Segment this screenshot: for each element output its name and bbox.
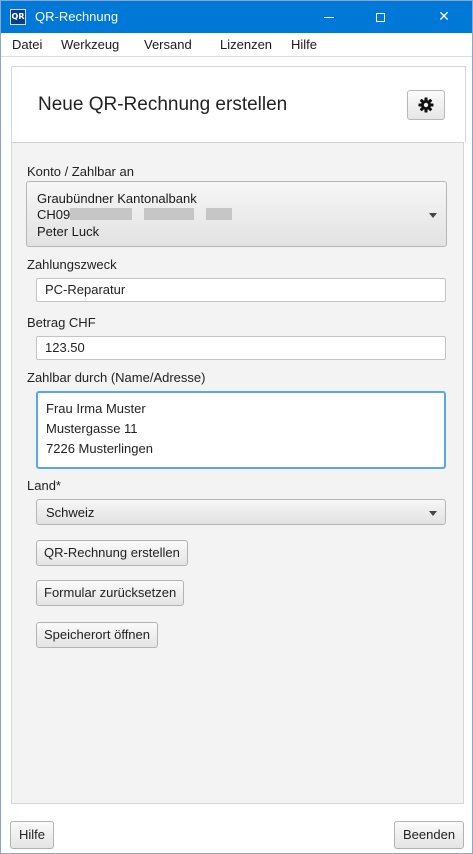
payer-textarea[interactable]: Frau Irma Muster Mustergasse 11 7226 Mus…	[36, 391, 446, 469]
payer-line: Frau Irma Muster	[46, 401, 146, 416]
quit-button[interactable]: Beenden	[394, 821, 465, 849]
chevron-down-icon	[429, 213, 437, 218]
help-button[interactable]: Hilfe	[10, 821, 55, 849]
page-header: Neue QR-Rechnung erstellen	[11, 66, 466, 143]
account-iban: CH09	[37, 207, 71, 222]
menu-bar: Datei Werkzeug Versand Lizenzen Hilfe	[1, 33, 472, 57]
menu-werkzeug[interactable]: Werkzeug	[61, 37, 119, 52]
title-bar: QR QR-Rechnung ✕	[1, 1, 472, 33]
account-holder: Peter Luck	[37, 224, 100, 239]
menu-lizenzen[interactable]: Lizenzen	[220, 37, 272, 52]
menu-versand[interactable]: Versand	[144, 37, 192, 52]
window-title: QR-Rechnung	[35, 9, 119, 24]
payer-line: 7226 Musterlingen	[46, 441, 153, 456]
minimize-button[interactable]	[306, 1, 352, 33]
gear-icon	[418, 97, 434, 113]
amount-label: Betrag CHF	[27, 315, 96, 330]
maximize-button[interactable]	[357, 1, 403, 33]
purpose-label: Zahlungszweck	[27, 257, 117, 272]
settings-button[interactable]	[407, 90, 445, 120]
open-location-button[interactable]: Speicherort öffnen	[36, 622, 158, 648]
country-value: Schweiz	[46, 505, 95, 520]
page-title: Neue QR-Rechnung erstellen	[38, 94, 288, 115]
minimize-icon	[324, 16, 334, 18]
purpose-input[interactable]: PC-Reparatur	[36, 278, 446, 302]
app-window: QR QR-Rechnung ✕ Datei Werkzeug Versand …	[0, 0, 473, 854]
account-label: Konto / Zahlbar an	[27, 164, 134, 179]
amount-input[interactable]: 123.50	[36, 336, 446, 360]
menu-datei[interactable]: Datei	[12, 37, 42, 52]
menu-hilfe[interactable]: Hilfe	[291, 37, 317, 52]
country-select[interactable]: Schweiz	[36, 499, 446, 525]
country-label: Land*	[27, 478, 61, 493]
qr-app-icon: QR	[10, 9, 26, 25]
chevron-down-icon	[429, 511, 437, 516]
close-icon: ✕	[438, 9, 450, 25]
maximize-icon	[375, 12, 385, 22]
iban-redaction	[206, 208, 232, 220]
payer-label: Zahlbar durch (Name/Adresse)	[27, 370, 206, 385]
reset-form-button[interactable]: Formular zurücksetzen	[36, 580, 185, 606]
close-button[interactable]: ✕	[421, 1, 467, 33]
account-bank: Graubündner Kantonalbank	[37, 191, 197, 206]
create-qr-invoice-button[interactable]: QR-Rechnung erstellen	[36, 540, 188, 566]
iban-redaction	[144, 208, 194, 220]
iban-redaction	[70, 208, 132, 220]
payer-line: Mustergasse 11	[46, 421, 138, 436]
